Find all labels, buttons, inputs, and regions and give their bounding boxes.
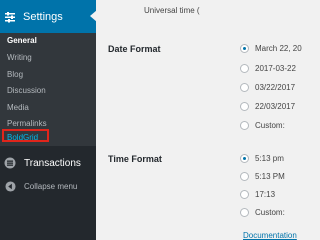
date-format-option[interactable]: 2017-03-22 [240, 62, 296, 74]
timezone-description: Universal time ( [144, 6, 200, 15]
boldgrid-highlight-box [2, 129, 49, 142]
submenu-item-writing[interactable]: Writing [7, 53, 32, 62]
collapse-menu-label: Collapse menu [24, 181, 78, 191]
radio-button[interactable] [240, 82, 249, 92]
collapse-menu-button[interactable]: Collapse menu [0, 178, 96, 194]
radio-button[interactable] [240, 120, 249, 130]
option-label: 5:13 PM [255, 171, 285, 181]
option-label: 5:13 pm [255, 153, 284, 163]
option-label: Custom: [255, 120, 285, 130]
date-format-option[interactable]: March 22, 20 [240, 42, 302, 54]
submenu-item-discussion[interactable]: Discussion [7, 86, 46, 95]
radio-button[interactable] [240, 153, 249, 163]
option-label: Custom: [255, 207, 285, 217]
option-label: 17:13 [255, 189, 276, 199]
time-format-option[interactable]: 17:13 [240, 188, 275, 200]
date-format-label: Date Format [108, 44, 161, 54]
transactions-menu[interactable]: Transactions [0, 153, 96, 173]
option-label: 22/03/2017 [255, 101, 296, 111]
time-format-label: Time Format [108, 154, 162, 164]
collapse-arrow-icon [5, 180, 16, 192]
radio-button[interactable] [240, 43, 249, 53]
submenu-item-permalinks[interactable]: Permalinks [7, 119, 47, 128]
radio-button[interactable] [240, 171, 249, 181]
date-format-option[interactable]: 03/22/2017 [240, 81, 295, 93]
submenu-item-blog[interactable]: Blog [7, 70, 23, 79]
time-format-option[interactable]: 5:13 pm [240, 152, 284, 164]
date-format-option[interactable]: 22/03/2017 [240, 100, 295, 112]
submenu-item-general[interactable]: General [7, 36, 37, 45]
sliders-icon [5, 11, 15, 22]
time-format-option[interactable]: 5:13 PM [240, 170, 285, 182]
option-label: 2017-03-22 [255, 63, 296, 73]
radio-button[interactable] [240, 63, 249, 73]
time-format-option-custom[interactable]: Custom: [240, 206, 285, 218]
admin-sidebar: Settings General Writing Blog Discussion… [0, 0, 97, 240]
settings-menu[interactable]: Settings [0, 0, 97, 33]
radio-button[interactable] [240, 101, 249, 111]
option-label: March 22, 20 [255, 43, 302, 53]
radio-button[interactable] [240, 207, 249, 217]
option-label: 03/22/2017 [255, 82, 296, 92]
submenu-item-media[interactable]: Media [7, 103, 29, 112]
transactions-icon [4, 157, 16, 169]
documentation-link[interactable]: Documentation [243, 231, 297, 240]
transactions-menu-label: Transactions [24, 157, 81, 169]
settings-menu-label: Settings [23, 10, 63, 23]
date-format-option-custom[interactable]: Custom: [240, 119, 285, 131]
radio-button[interactable] [240, 189, 249, 199]
